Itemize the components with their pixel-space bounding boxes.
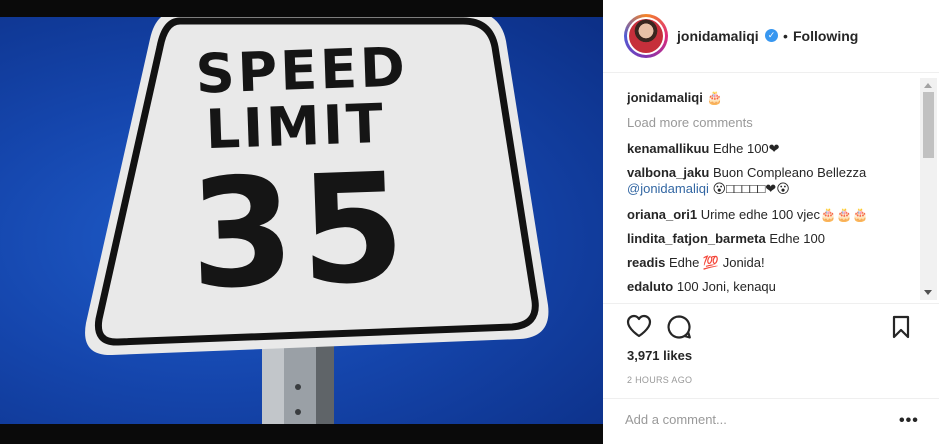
comments-list: jonidamaliqi 🎂 Load more comments kenama… — [627, 80, 919, 302]
caption-username[interactable]: jonidamaliqi — [627, 90, 703, 105]
post-side-panel: jonidamaliqi ✓ • Following jonidamaliqi … — [603, 0, 939, 444]
comment-mention-link[interactable]: @jonidamaliqi — [627, 181, 709, 196]
comments-scrollbar[interactable] — [920, 78, 937, 300]
more-options-icon[interactable]: ••• — [899, 412, 919, 430]
verified-badge-icon: ✓ — [765, 29, 778, 42]
comment-username[interactable]: kenamallikuu — [627, 141, 709, 156]
following-button[interactable]: Following — [793, 28, 858, 44]
caption-text: 🎂 — [706, 90, 723, 105]
add-comment-input[interactable] — [625, 412, 885, 427]
speed-limit-sign-image: SPEED LIMIT 35 — [85, 17, 549, 424]
likes-count[interactable]: 3,971 likes — [627, 348, 692, 363]
comment-text: 100 Joni, kenaqu — [676, 279, 776, 294]
sign-number: 35 — [187, 141, 414, 323]
comment-text: Buon Compleano Bellezza — [713, 165, 867, 180]
actions-divider — [603, 303, 939, 305]
scrollbar-thumb[interactable] — [923, 92, 934, 158]
avatar-image — [629, 19, 663, 53]
comment-item: lindita_fatjon_barmeta Edhe 100 — [627, 231, 825, 247]
sign-post — [262, 337, 334, 424]
header-username[interactable]: jonidamaliqi — [677, 28, 759, 44]
comment-text: Urime edhe 100 vjec🎂🎂🎂 — [700, 207, 869, 222]
caption: jonidamaliqi 🎂 — [627, 90, 723, 106]
comment-username[interactable]: oriana_ori1 — [627, 207, 697, 222]
post-photo[interactable]: SPEED LIMIT 35 — [0, 0, 603, 444]
bookmark-icon[interactable] — [891, 315, 911, 344]
comment-item: valbona_jaku Buon Compleano Bellezza — [627, 165, 866, 181]
comment-item: edaluto 100 Joni, kenaqu — [627, 279, 776, 295]
scroll-up-arrow-icon[interactable] — [924, 83, 932, 88]
heart-icon[interactable] — [626, 314, 652, 343]
avatar[interactable] — [624, 14, 668, 58]
comment-text: 😮□□□□□❤😮 — [712, 181, 790, 196]
comment-text: Edhe 100 — [769, 231, 825, 246]
comment-username[interactable]: readis — [627, 255, 665, 270]
comment-item: oriana_ori1 Urime edhe 100 vjec🎂🎂🎂 — [627, 207, 869, 223]
photo-letterbox-top — [0, 0, 603, 17]
comment-text: Edhe 100❤ — [713, 141, 780, 156]
comment-icon[interactable] — [666, 314, 692, 345]
comment-username[interactable]: valbona_jaku — [627, 165, 709, 180]
scroll-down-arrow-icon[interactable] — [924, 290, 932, 295]
comment-item: kenamallikuu Edhe 100❤ — [627, 141, 780, 157]
comment-username[interactable]: lindita_fatjon_barmeta — [627, 231, 766, 246]
comment-item: readis Edhe 💯 Jonida! — [627, 255, 765, 271]
comment-text: Edhe 💯 Jonida! — [668, 255, 765, 270]
header-separator: • — [783, 28, 788, 44]
post-timestamp[interactable]: 2 HOURS AGO — [627, 375, 692, 385]
post-header: jonidamaliqi ✓ • Following — [603, 0, 939, 73]
sign-plate: SPEED LIMIT 35 — [85, 17, 549, 356]
comment-username[interactable]: edaluto — [627, 279, 673, 294]
load-more-comments-button[interactable]: Load more comments — [627, 115, 753, 131]
photo-letterbox-bottom — [0, 424, 603, 444]
comment-item-continued: @jonidamaliqi 😮□□□□□❤😮 — [627, 181, 790, 197]
